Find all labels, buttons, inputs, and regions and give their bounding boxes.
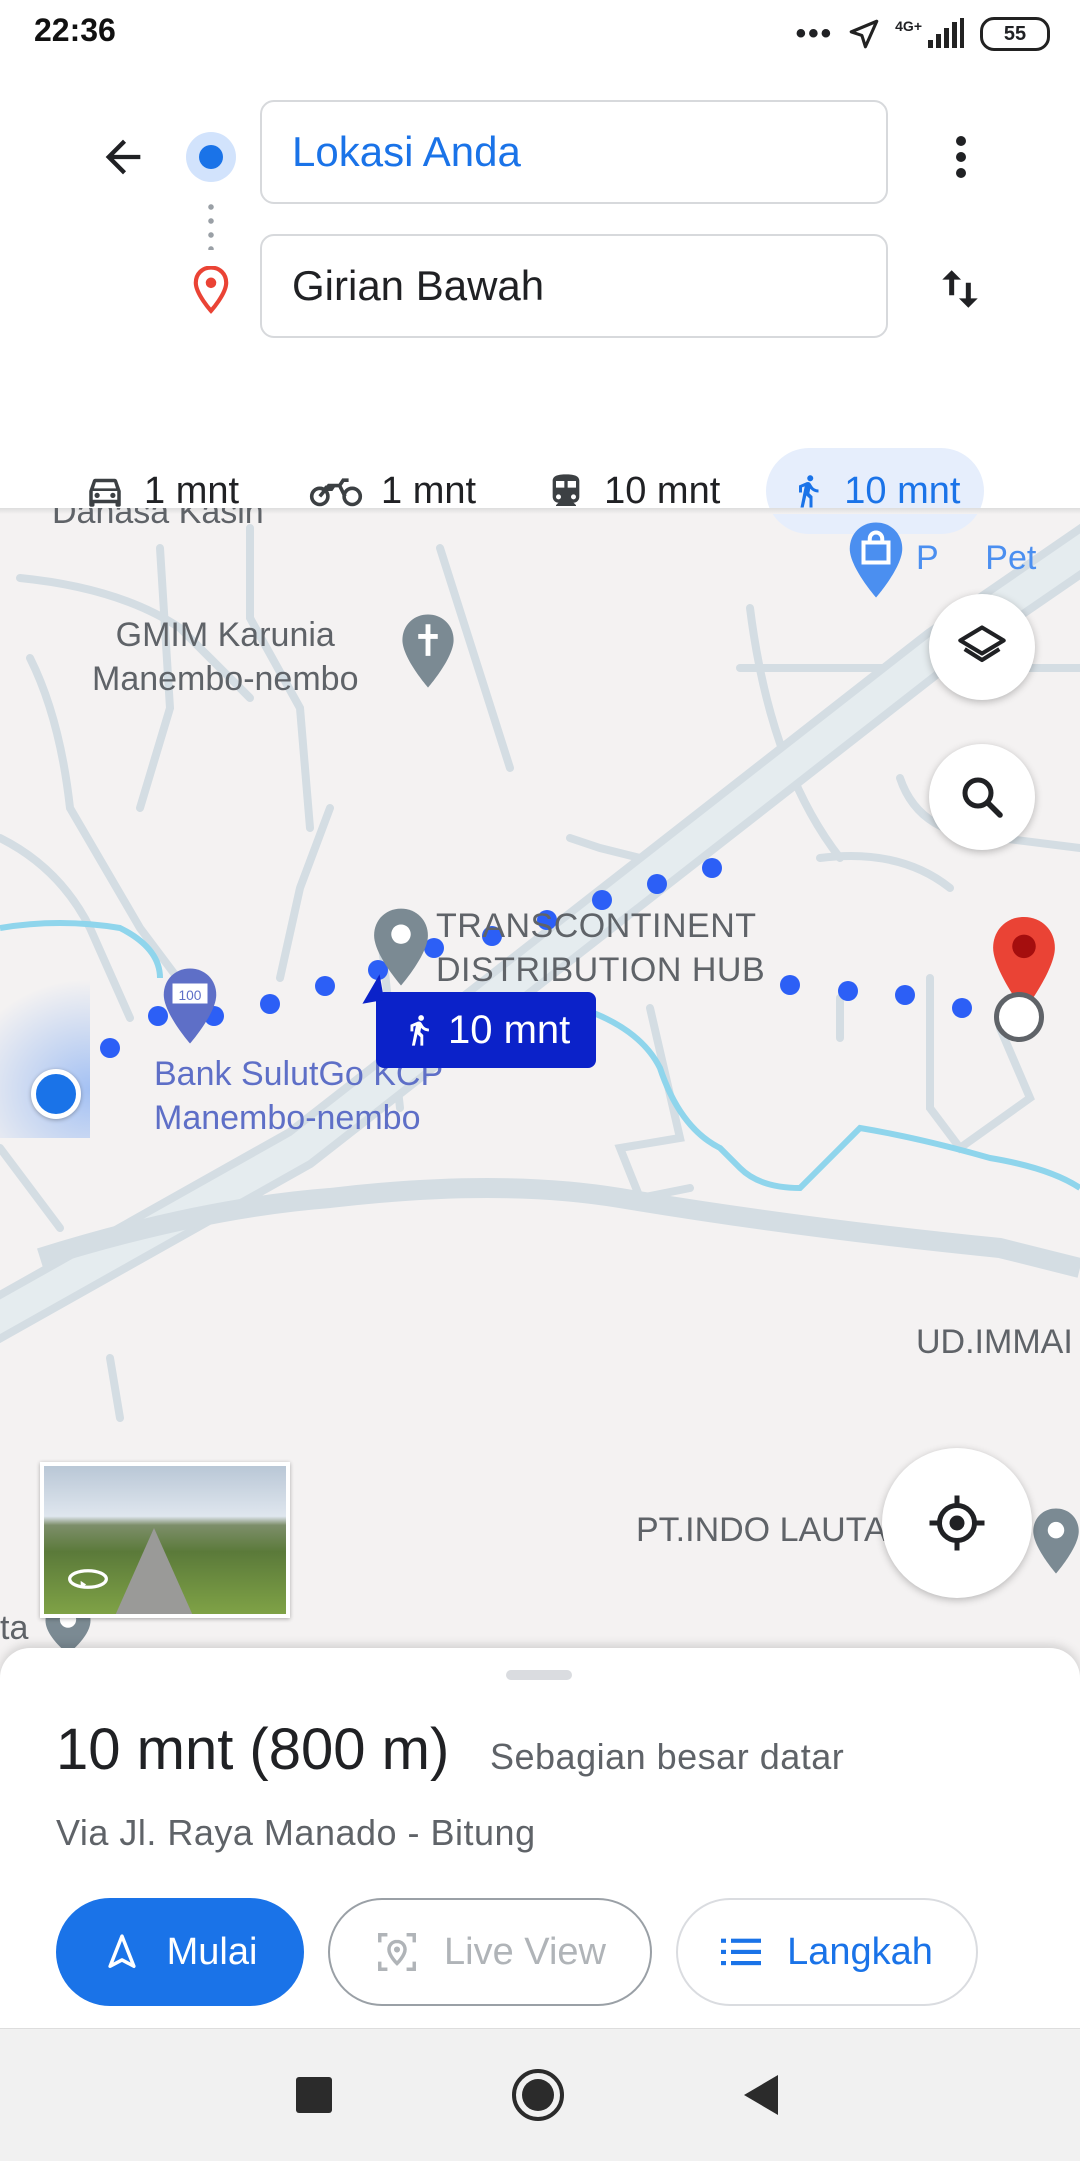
destination-pin-icon	[193, 266, 229, 314]
current-location-dot	[31, 1069, 81, 1119]
map-label-ud-immai: UD.IMMAI	[916, 1323, 1073, 1361]
route-duration-text: 10 mnt	[448, 1007, 571, 1052]
layers-button[interactable]	[929, 594, 1035, 700]
home-button[interactable]	[512, 2069, 564, 2121]
walk-icon	[410, 1015, 429, 1046]
my-location-button[interactable]	[882, 1448, 1032, 1598]
signal-icon	[928, 18, 964, 48]
route-via: Via Jl. Raya Manado - Bitung	[56, 1812, 536, 1853]
list-icon	[721, 1938, 762, 1966]
live-view-icon	[378, 1933, 416, 1971]
start-button[interactable]: Mulai	[56, 1898, 304, 2006]
map-label-pt-indo-lauta: PT.INDO LAUTA	[636, 1511, 887, 1549]
place-pin-icon[interactable]	[1030, 1506, 1080, 1576]
church-pin-icon[interactable]	[398, 612, 458, 690]
system-nav-bar	[0, 2028, 1080, 2161]
status-icons: ••• 4G+ 55	[796, 14, 1050, 54]
live-view-label: Live View	[444, 1930, 606, 1973]
origin-text: Lokasi Anda	[292, 128, 521, 175]
swap-button[interactable]	[928, 254, 992, 324]
destination-text: Girian Bawah	[292, 262, 545, 309]
sheet-drag-handle[interactable]	[506, 1670, 572, 1680]
layers-icon	[958, 625, 1006, 663]
battery-indicator: 55	[980, 17, 1050, 51]
street-view-road	[114, 1528, 194, 1614]
rotate-360-icon	[68, 1569, 108, 1589]
destination-field[interactable]: Girian Bawah	[260, 234, 888, 338]
origin-dot-icon	[186, 132, 236, 182]
crosshair-icon	[929, 1495, 985, 1551]
map-label-transcontinent: TRANSCONTINENT DISTRIBUTION HUB	[436, 907, 766, 990]
walk-icon	[799, 475, 819, 508]
location-arrow-icon	[849, 19, 879, 49]
more-options-button[interactable]	[932, 122, 990, 192]
origin-field[interactable]: Lokasi Anda	[260, 100, 888, 204]
map-view[interactable]: Dahasa Kasih GMIM Karunia Manembo-nembo …	[0, 508, 1080, 1648]
map-label-pet-shop: P Pet	[916, 539, 1037, 577]
shop-pin-icon[interactable]	[846, 520, 906, 600]
steps-button[interactable]: Langkah	[676, 1898, 978, 2006]
tab-motorcycle-label: 1 mnt	[381, 469, 477, 512]
car-icon	[89, 478, 121, 507]
svg-text:100: 100	[179, 988, 202, 1003]
map-label-church: GMIM Karunia Manembo-nembo	[92, 616, 359, 699]
status-bar: 22:36 ••• 4G+ 55	[0, 0, 1080, 70]
tab-walking-label: 10 mnt	[844, 469, 961, 512]
back-button[interactable]	[88, 122, 158, 192]
start-label: Mulai	[166, 1930, 258, 1973]
search-icon	[962, 777, 1003, 818]
transit-icon	[552, 474, 580, 506]
tab-driving-label: 1 mnt	[144, 469, 240, 512]
map-label-dahasa: Dahasa Kasih	[52, 508, 264, 531]
route-connector-dots	[208, 200, 214, 250]
bank-pin-icon[interactable]: 100	[160, 966, 220, 1046]
back-nav-button[interactable]	[742, 2073, 780, 2117]
directions-header: Lokasi Anda Girian Bawah 1 mnt 1 mnt 10 …	[0, 70, 1080, 534]
recent-apps-button[interactable]	[296, 2077, 332, 2113]
more-dots-icon: •••	[795, 17, 834, 50]
search-button[interactable]	[929, 744, 1035, 850]
live-view-button[interactable]: Live View	[328, 1898, 652, 2006]
motorcycle-icon	[309, 478, 363, 507]
battery-level: 55	[1003, 22, 1027, 45]
map-label-left-cut: ta	[0, 1609, 29, 1647]
arrow-back-icon	[105, 139, 141, 175]
navigation-icon	[107, 1934, 136, 1968]
badge-pointer	[357, 974, 385, 1004]
steps-label: Langkah	[787, 1930, 933, 1973]
network-type: 4G+	[895, 18, 922, 34]
status-time: 22:36	[34, 12, 116, 48]
route-summary-sheet: 10 mnt (800 m) Sebagian besar datar Via …	[0, 1648, 1080, 2028]
swap-vert-icon	[942, 270, 978, 308]
more-vert-icon	[956, 136, 966, 178]
destination-dot	[994, 992, 1044, 1042]
street-view-thumbnail[interactable]	[40, 1462, 290, 1618]
tab-transit-label: 10 mnt	[604, 469, 721, 512]
route-terrain: Sebagian besar datar	[490, 1736, 845, 1777]
route-duration-badge[interactable]: 10 mnt	[376, 992, 597, 1068]
route-summary: 10 mnt (800 m)	[56, 1717, 450, 1782]
